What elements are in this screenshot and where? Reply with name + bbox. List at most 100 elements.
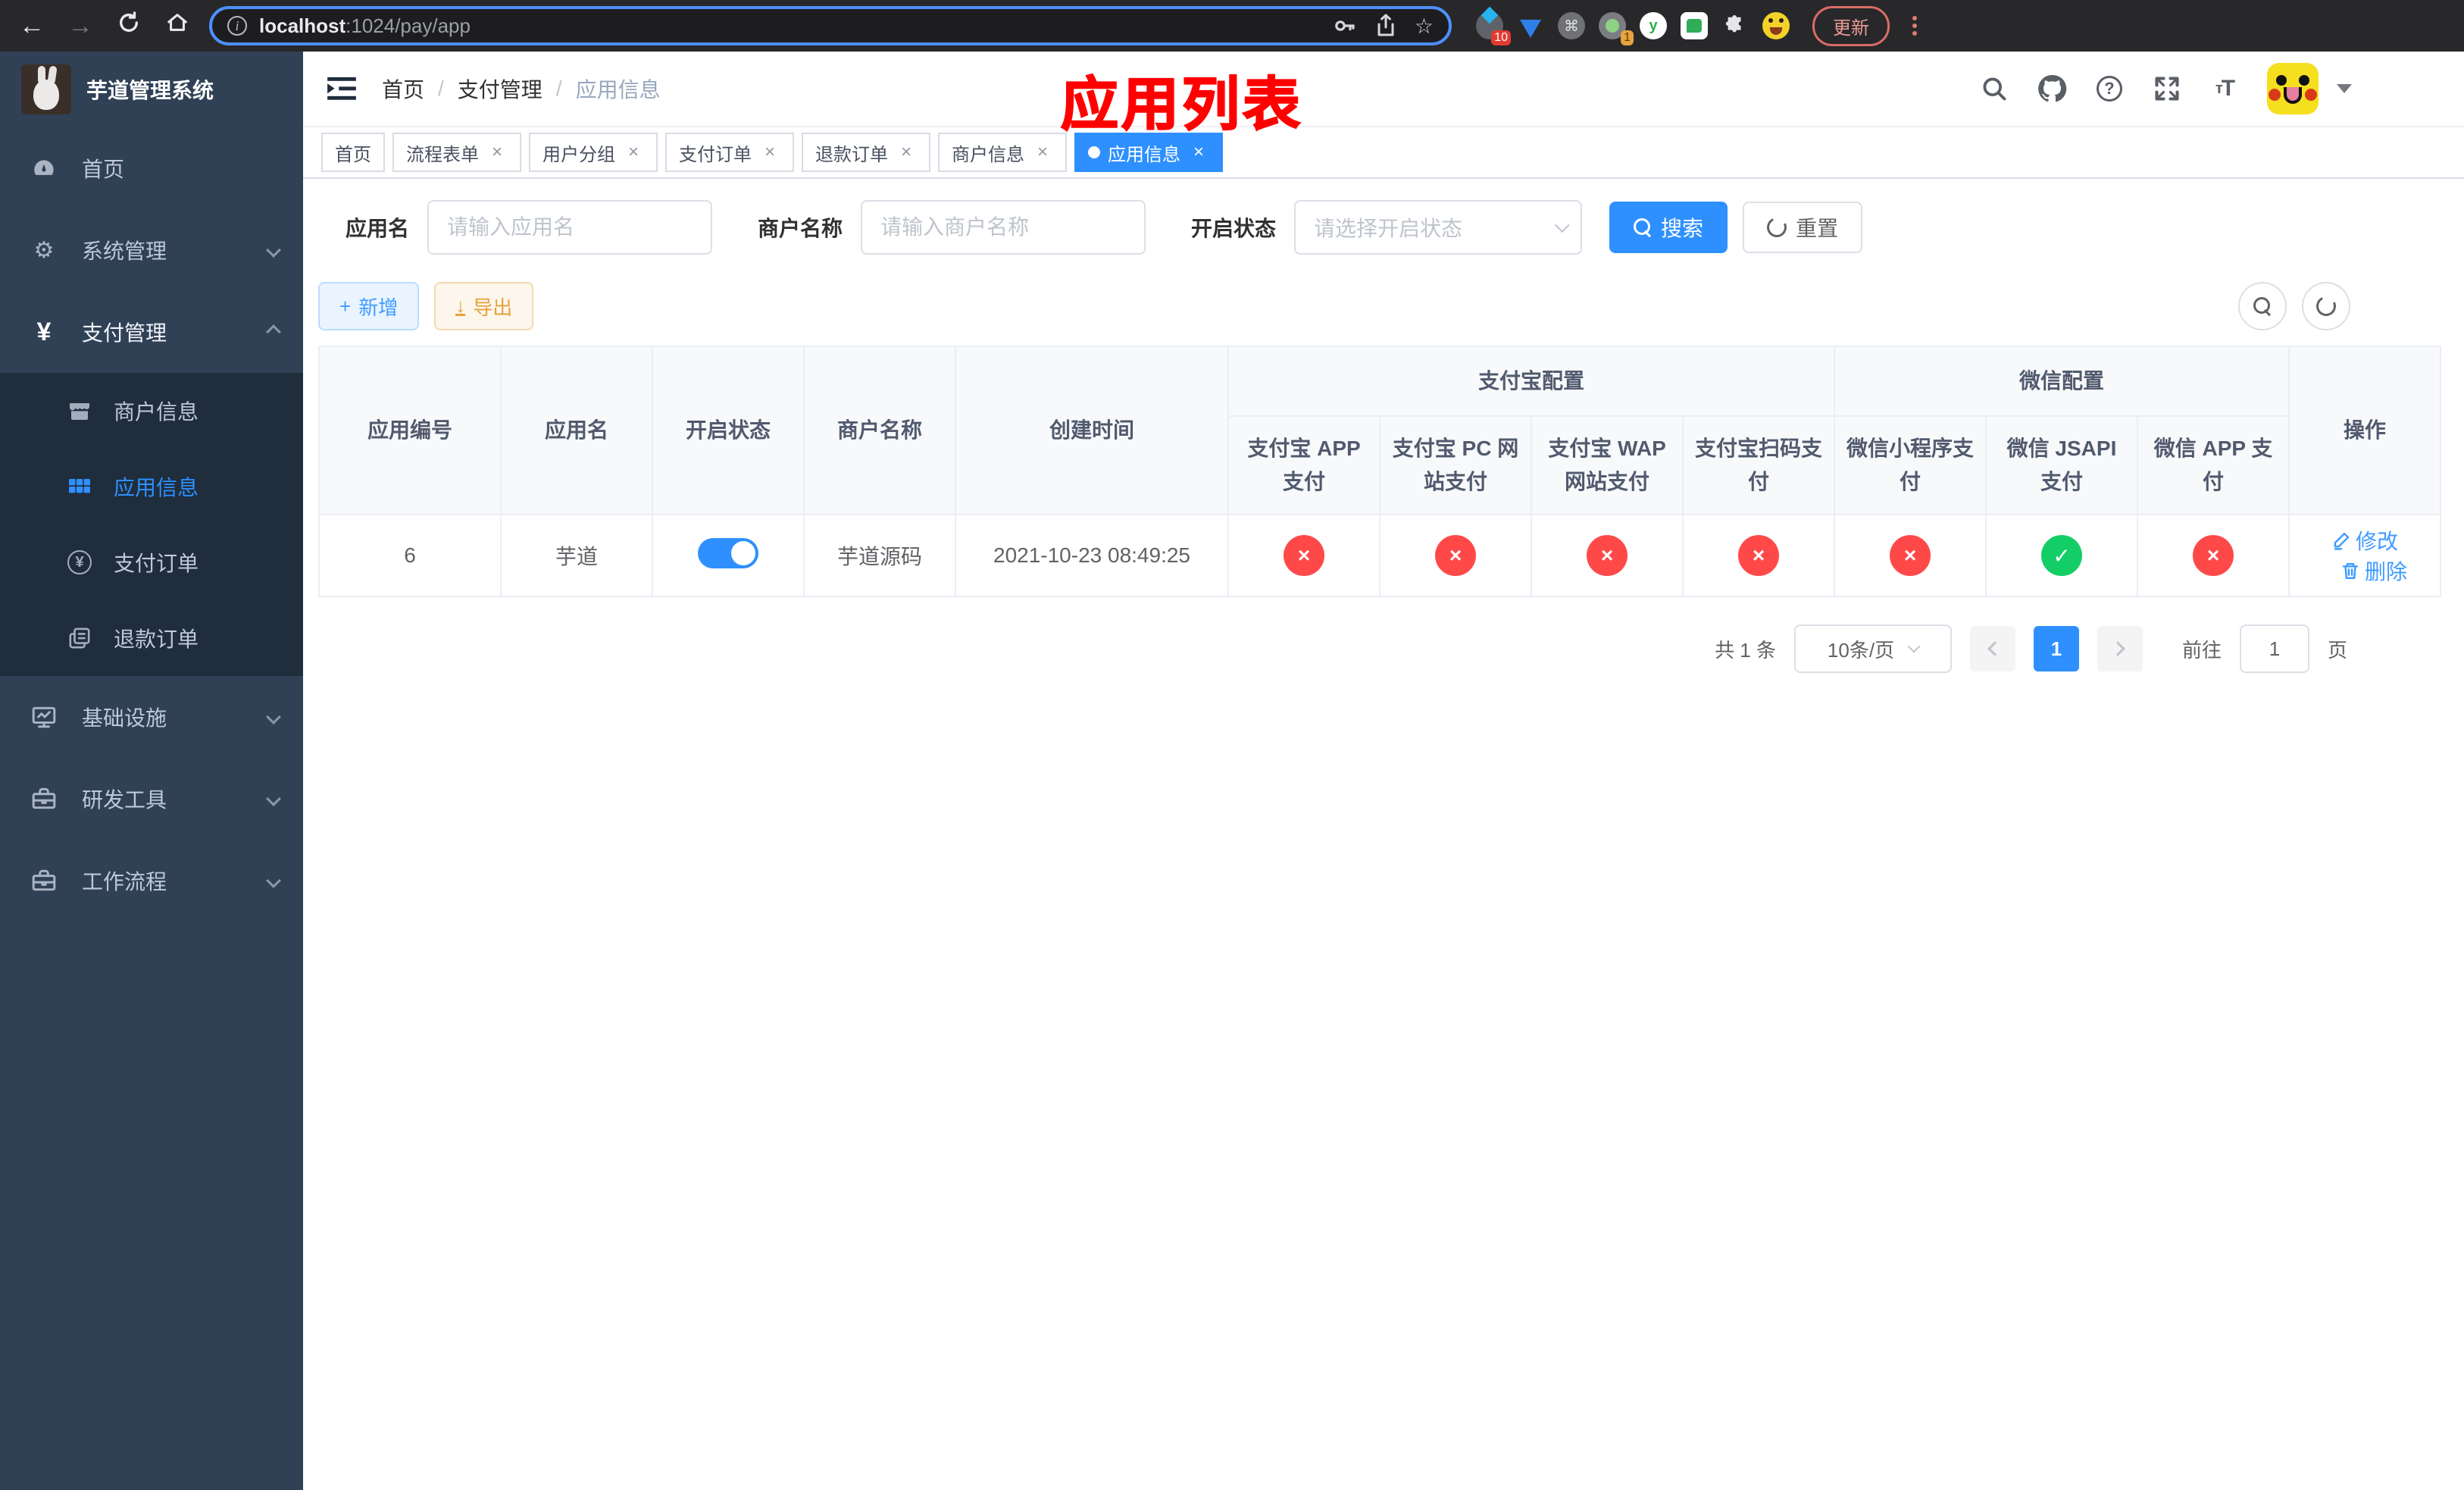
user-avatar[interactable] bbox=[2267, 63, 2319, 114]
breadcrumb-separator: / bbox=[555, 77, 562, 100]
page-size-select[interactable]: 10条/页 bbox=[1794, 624, 1952, 673]
extensions-row: 10 ⌘ 1 y 更新 bbox=[1476, 5, 1917, 46]
sidebar-item-refund-order[interactable]: 退款订单 bbox=[0, 600, 303, 676]
group-alipay-config: 支付宝配置 bbox=[1227, 346, 1836, 417]
tab-user-group[interactable]: 用户分组 × bbox=[529, 133, 658, 172]
help-icon[interactable]: ? bbox=[2094, 74, 2125, 104]
header-search-icon[interactable] bbox=[1979, 74, 2009, 104]
col-alipay-app: 支付宝 APP 支付 bbox=[1227, 415, 1381, 515]
next-page-button[interactable] bbox=[2097, 626, 2143, 671]
sidebar-logo-row[interactable]: 芋道管理系统 bbox=[0, 52, 303, 127]
extension-command-icon[interactable]: ⌘ bbox=[1558, 12, 1585, 39]
sidebar-item-label: 支付订单 bbox=[114, 552, 199, 575]
forward-icon[interactable]: → bbox=[64, 11, 97, 41]
toolbox-icon bbox=[30, 785, 58, 812]
goto-page-input[interactable] bbox=[2240, 624, 2310, 673]
briefcase-icon bbox=[30, 867, 58, 894]
extension-tabs-icon[interactable]: 10 bbox=[1476, 6, 1511, 45]
chevron-down-icon bbox=[266, 791, 281, 806]
avatar-caret-icon[interactable] bbox=[2337, 84, 2353, 93]
prev-page-button[interactable] bbox=[1970, 626, 2015, 671]
search-button[interactable]: 搜索 bbox=[1609, 202, 1728, 253]
close-icon[interactable]: × bbox=[1032, 142, 1053, 163]
col-created: 创建时间 bbox=[955, 346, 1229, 515]
delete-link[interactable]: 删除 bbox=[2340, 556, 2407, 586]
status-select[interactable]: 请选择开启状态 bbox=[1294, 200, 1583, 255]
chrome-update-button[interactable]: 更新 bbox=[1812, 5, 1890, 46]
add-button[interactable]: + 新增 bbox=[318, 282, 420, 330]
sidebar-item-app-info[interactable]: 应用信息 bbox=[0, 449, 303, 524]
status-toggle[interactable] bbox=[698, 537, 758, 568]
github-icon[interactable] bbox=[2037, 74, 2067, 104]
toggle-search-button[interactable] bbox=[2238, 282, 2287, 330]
sidebar-item-payment[interactable]: ¥ 支付管理 bbox=[0, 291, 303, 373]
share-icon[interactable] bbox=[1375, 14, 1396, 38]
alipay-pc-status-icon: × bbox=[1435, 535, 1476, 576]
chevron-down-icon bbox=[1907, 640, 1921, 653]
profile-emoji-icon[interactable] bbox=[1762, 12, 1790, 39]
tab-pay-order[interactable]: 支付订单 × bbox=[665, 133, 794, 172]
url-host: localhost bbox=[259, 14, 346, 37]
close-icon[interactable]: × bbox=[759, 142, 780, 163]
page-unit: 页 bbox=[2328, 638, 2348, 662]
extension-gem-icon[interactable] bbox=[1517, 12, 1544, 39]
fullscreen-icon[interactable] bbox=[2152, 74, 2182, 104]
sidebar-item-home[interactable]: 首页 bbox=[0, 127, 303, 209]
group-wechat-config: 微信配置 bbox=[1834, 346, 2290, 417]
tab-refund-order[interactable]: 退款订单 × bbox=[802, 133, 930, 172]
sidebar-item-label: 应用信息 bbox=[114, 476, 199, 499]
search-icon bbox=[2253, 297, 2272, 315]
col-status: 开启状态 bbox=[652, 346, 805, 515]
wx-app-status-icon: × bbox=[2193, 535, 2234, 576]
browser-menu-icon[interactable] bbox=[1912, 16, 1917, 36]
table-row: 6 芋道 芋道源码 2021-10-23 08:49:25 × × × × × … bbox=[318, 514, 2442, 597]
refresh-table-button[interactable] bbox=[2302, 282, 2351, 330]
page-number-1[interactable]: 1 bbox=[2034, 626, 2079, 671]
pencil-icon bbox=[2334, 532, 2350, 550]
close-icon[interactable]: × bbox=[623, 142, 644, 163]
close-icon[interactable]: × bbox=[486, 142, 508, 163]
home-icon[interactable] bbox=[161, 11, 194, 41]
sidebar-item-pay-order[interactable]: ¥ 支付订单 bbox=[0, 524, 303, 600]
extension-chat-icon[interactable] bbox=[1681, 12, 1708, 39]
export-button[interactable]: ↓ 导出 bbox=[434, 282, 534, 330]
breadcrumb: 首页 / 支付管理 / 应用信息 bbox=[382, 74, 661, 104]
page-info-icon[interactable]: i bbox=[227, 16, 247, 36]
sidebar-item-merchant-info[interactable]: 商户信息 bbox=[0, 373, 303, 449]
app-name-input[interactable] bbox=[427, 200, 713, 255]
merchant-name-input[interactable] bbox=[861, 200, 1146, 255]
tab-merchant-info[interactable]: 商户信息 × bbox=[938, 133, 1067, 172]
font-size-icon[interactable]: тT bbox=[2209, 74, 2240, 104]
col-wx-app: 微信 APP 支付 bbox=[2137, 415, 2290, 515]
breadcrumb-payment[interactable]: 支付管理 bbox=[458, 74, 543, 104]
app-logo bbox=[21, 64, 71, 114]
extension-recorder-icon[interactable]: 1 bbox=[1599, 12, 1634, 45]
col-alipay-wap: 支付宝 WAP 网站支付 bbox=[1531, 415, 1684, 515]
grid-icon bbox=[67, 474, 92, 499]
sidebar-item-system[interactable]: ⚙ 系统管理 bbox=[0, 209, 303, 291]
url-text: localhost:1024/pay/app bbox=[259, 14, 471, 38]
sidebar: 芋道管理系统 首页 ⚙ 系统管理 ¥ 支付管理 商户信息 应用信息 ¥ 支付订单… bbox=[0, 52, 303, 1490]
breadcrumb-home[interactable]: 首页 bbox=[382, 74, 424, 104]
sidebar-collapse-icon[interactable] bbox=[327, 74, 358, 104]
tab-home[interactable]: 首页 bbox=[321, 133, 385, 172]
chevron-left-icon bbox=[1987, 641, 2003, 656]
edit-link[interactable]: 修改 bbox=[2331, 525, 2398, 556]
password-key-icon[interactable] bbox=[1333, 14, 1357, 38]
close-icon[interactable]: × bbox=[1188, 142, 1209, 163]
reload-icon[interactable] bbox=[112, 11, 145, 41]
sidebar-item-infra[interactable]: 基础设施 bbox=[0, 676, 303, 758]
sidebar-item-workflow[interactable]: 工作流程 bbox=[0, 840, 303, 922]
address-bar[interactable]: i localhost:1024/pay/app ☆ bbox=[209, 6, 1452, 45]
reset-button[interactable]: 重置 bbox=[1743, 202, 1863, 253]
sidebar-item-dev-tools[interactable]: 研发工具 bbox=[0, 758, 303, 840]
back-icon[interactable]: ← bbox=[15, 11, 48, 41]
extension-y-icon[interactable]: y bbox=[1640, 12, 1667, 39]
extensions-puzzle-icon[interactable] bbox=[1721, 12, 1749, 39]
col-app-name: 应用名 bbox=[500, 346, 653, 515]
close-icon[interactable]: × bbox=[896, 142, 917, 163]
bookmark-star-icon[interactable]: ☆ bbox=[1415, 14, 1434, 39]
plus-icon: + bbox=[339, 294, 352, 318]
trash-icon bbox=[2342, 562, 2359, 579]
tab-process-form[interactable]: 流程表单 × bbox=[392, 133, 521, 172]
